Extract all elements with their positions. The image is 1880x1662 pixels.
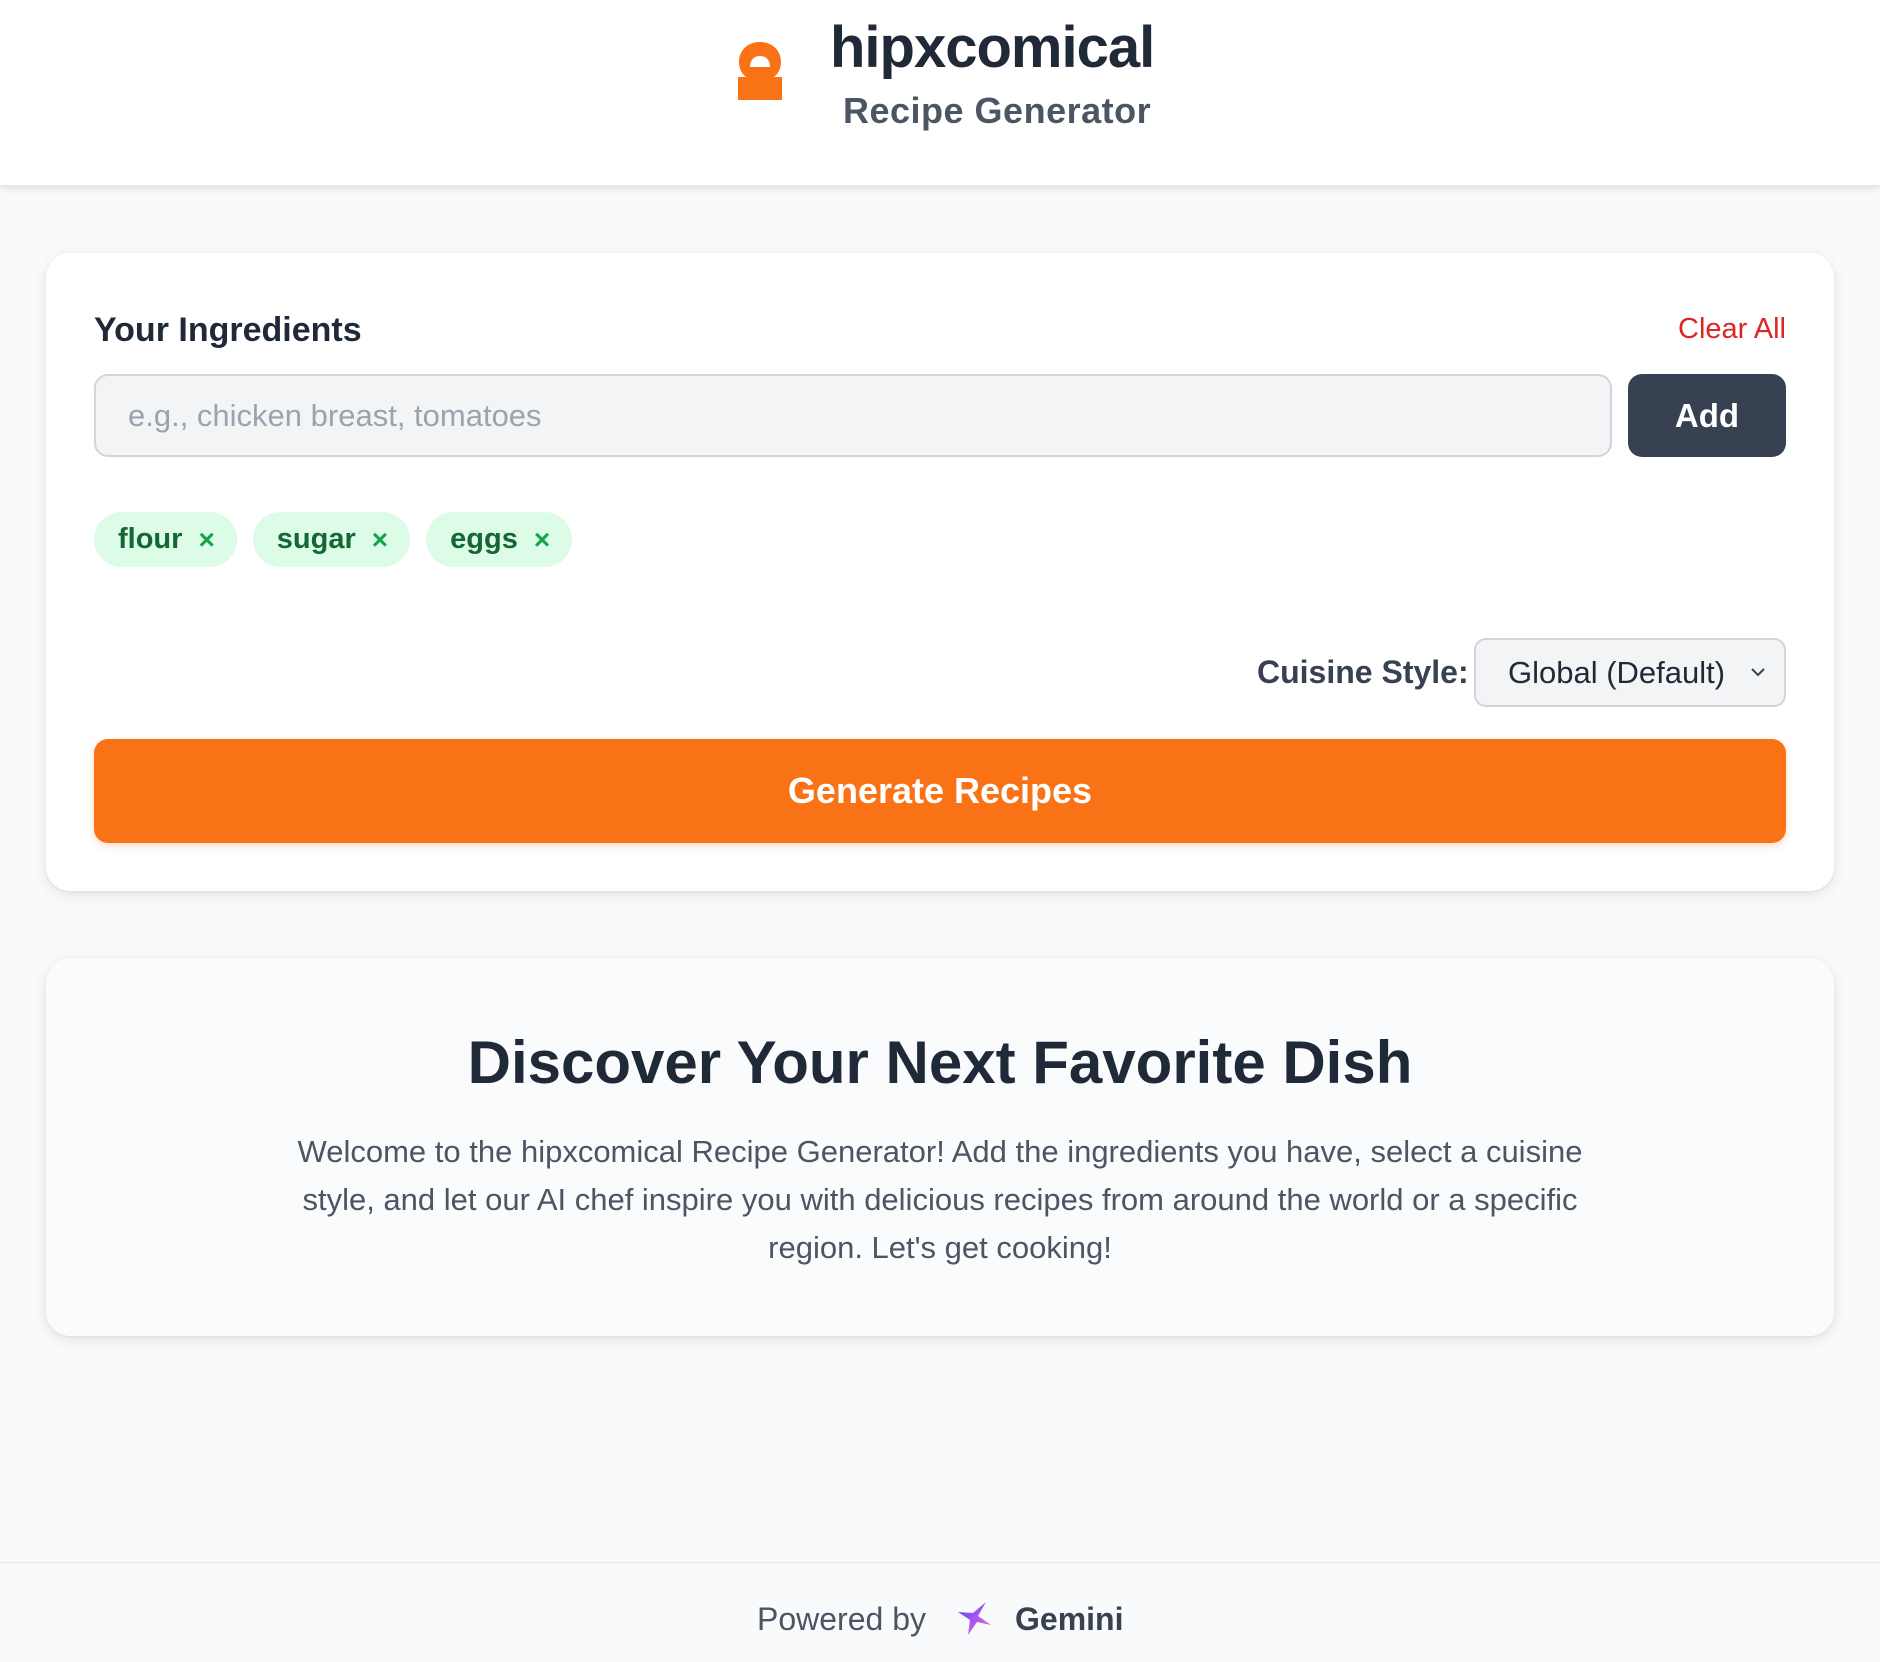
cuisine-style-select[interactable]: Global (Default) (1474, 638, 1786, 707)
cuisine-selected-value: Global (Default) (1508, 654, 1726, 690)
add-ingredient-button[interactable]: Add (1628, 374, 1786, 457)
remove-tag-icon[interactable]: × (198, 524, 214, 556)
ingredients-label: Your Ingredients (94, 311, 362, 349)
brand-title: hipxcomical (830, 15, 1155, 80)
clear-all-button[interactable]: Clear All (1678, 313, 1786, 346)
remove-tag-icon[interactable]: × (372, 524, 388, 556)
ingredient-tag: flour × (94, 512, 237, 567)
powered-by-label: Powered by (757, 1601, 926, 1637)
cuisine-style-label: Cuisine Style: (1257, 654, 1469, 690)
gemini-label: Gemini (1015, 1601, 1124, 1637)
welcome-card: Discover Your Next Favorite Dish Welcome… (46, 958, 1834, 1336)
remove-tag-icon[interactable]: × (534, 524, 550, 556)
ingredient-tag: eggs × (426, 512, 573, 567)
ingredient-tag: sugar × (252, 512, 411, 567)
gemini-star-icon (958, 1602, 991, 1635)
chef-hat-icon (738, 42, 782, 100)
chevron-down-icon (1751, 668, 1765, 677)
app-header: hipxcomical Recipe Generator (0, 0, 1880, 186)
welcome-text: Welcome to the hipxcomical Recipe Genera… (297, 1134, 1583, 1265)
tag-label: flour (118, 523, 183, 555)
welcome-title: Discover Your Next Favorite Dish (467, 1029, 1413, 1096)
ingredient-input[interactable] (94, 374, 1612, 457)
footer: Powered by Gemini (0, 1562, 1880, 1662)
ingredient-tags: flour × sugar × eggs × (94, 512, 573, 567)
ingredients-card: Your Ingredients Clear All Add flour × s… (46, 253, 1834, 891)
tag-label: eggs (450, 523, 518, 555)
brand-subtitle: Recipe Generator (843, 90, 1152, 131)
tag-label: sugar (276, 523, 356, 555)
generate-recipes-button[interactable]: Generate Recipes (94, 739, 1786, 843)
